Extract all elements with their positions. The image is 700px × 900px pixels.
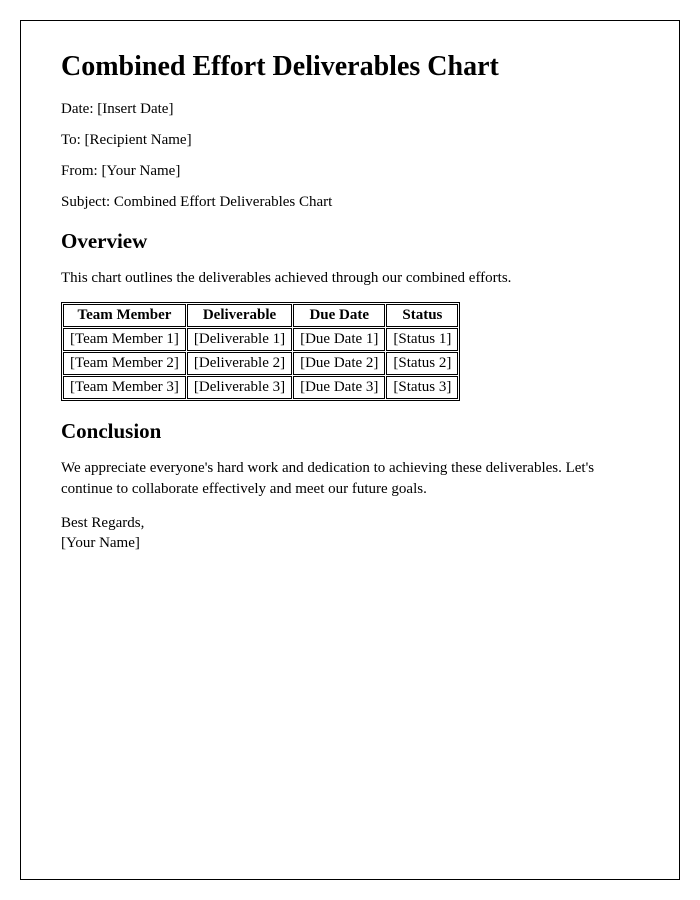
cell-due: [Due Date 1] xyxy=(293,328,385,351)
meta-to: To: [Recipient Name] xyxy=(61,132,639,149)
table-row: [Team Member 1] [Deliverable 1] [Due Dat… xyxy=(63,328,458,351)
meta-from-value: [Your Name] xyxy=(101,163,180,179)
cell-deliverable: [Deliverable 3] xyxy=(187,376,292,399)
table-header-due: Due Date xyxy=(293,304,385,327)
meta-date-value: [Insert Date] xyxy=(97,101,173,117)
table-header-deliverable: Deliverable xyxy=(187,304,292,327)
meta-subject-value: Combined Effort Deliverables Chart xyxy=(114,194,332,210)
cell-member: [Team Member 2] xyxy=(63,352,186,375)
conclusion-heading: Conclusion xyxy=(61,419,639,444)
meta-to-label: To: xyxy=(61,132,85,148)
cell-status: [Status 2] xyxy=(386,352,458,375)
table-row: [Team Member 2] [Deliverable 2] [Due Dat… xyxy=(63,352,458,375)
page-title: Combined Effort Deliverables Chart xyxy=(61,51,639,83)
cell-status: [Status 1] xyxy=(386,328,458,351)
cell-member: [Team Member 1] xyxy=(63,328,186,351)
cell-due: [Due Date 3] xyxy=(293,376,385,399)
deliverables-table: Team Member Deliverable Due Date Status … xyxy=(61,302,460,401)
signoff-regards: Best Regards, xyxy=(61,515,144,531)
signoff: Best Regards, [Your Name] xyxy=(61,513,639,554)
overview-heading: Overview xyxy=(61,229,639,254)
table-header-row: Team Member Deliverable Due Date Status xyxy=(63,304,458,327)
meta-date-label: Date: xyxy=(61,101,97,117)
signoff-name: [Your Name] xyxy=(61,535,140,551)
cell-due: [Due Date 2] xyxy=(293,352,385,375)
meta-date: Date: [Insert Date] xyxy=(61,101,639,118)
meta-to-value: [Recipient Name] xyxy=(85,132,192,148)
meta-subject: Subject: Combined Effort Deliverables Ch… xyxy=(61,194,639,211)
cell-member: [Team Member 3] xyxy=(63,376,186,399)
table-header-status: Status xyxy=(386,304,458,327)
table-header-member: Team Member xyxy=(63,304,186,327)
meta-from: From: [Your Name] xyxy=(61,163,639,180)
overview-text: This chart outlines the deliverables ach… xyxy=(61,268,639,288)
cell-status: [Status 3] xyxy=(386,376,458,399)
meta-from-label: From: xyxy=(61,163,101,179)
cell-deliverable: [Deliverable 2] xyxy=(187,352,292,375)
table-row: [Team Member 3] [Deliverable 3] [Due Dat… xyxy=(63,376,458,399)
document-container: Combined Effort Deliverables Chart Date:… xyxy=(20,20,680,880)
cell-deliverable: [Deliverable 1] xyxy=(187,328,292,351)
conclusion-text: We appreciate everyone's hard work and d… xyxy=(61,458,639,499)
meta-subject-label: Subject: xyxy=(61,194,114,210)
